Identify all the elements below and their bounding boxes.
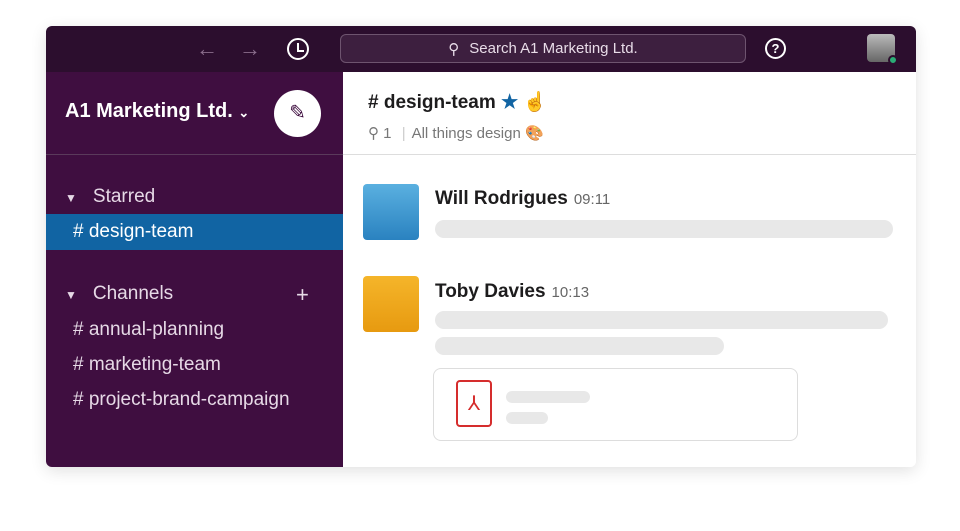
- add-channel-button[interactable]: +: [296, 282, 309, 308]
- divider: [343, 154, 916, 155]
- sidebar-item-marketing-team[interactable]: # marketing-team: [46, 347, 343, 383]
- sidebar-item-project-brand-campaign[interactable]: # project-brand-campaign: [46, 382, 343, 418]
- author-name: Will Rodrigues: [435, 188, 568, 209]
- caret-down-icon: ▼: [65, 191, 77, 205]
- channel-name: design-team: [383, 92, 496, 113]
- author-name: Toby Davies: [435, 281, 546, 302]
- channel-meta: ⚲ 1 | All things design 🎨: [368, 125, 544, 142]
- channel-title[interactable]: # design-team ★ ☝: [368, 90, 547, 114]
- pdf-icon: ⅄: [456, 380, 492, 427]
- sidebar-item-annual-planning[interactable]: # annual-planning: [46, 312, 343, 348]
- chevron-down-icon: ⌄: [238, 105, 250, 120]
- help-icon[interactable]: ?: [765, 38, 786, 59]
- channel-topic: All things design 🎨: [411, 125, 544, 142]
- file-size-placeholder: [506, 412, 548, 424]
- channels-section[interactable]: ▼ Channels: [65, 283, 173, 305]
- sidebar-item-design-team[interactable]: # design-team: [46, 214, 343, 250]
- sidebar: A1 Marketing Ltd. ⌄ ✎ ▼ Starred # design-…: [46, 72, 343, 467]
- search-input[interactable]: ⚲ Search A1 Marketing Ltd.: [340, 34, 746, 63]
- user-avatar[interactable]: [867, 34, 898, 65]
- message-time: 09:11: [573, 191, 611, 208]
- channel-label: project-brand-campaign: [88, 389, 290, 410]
- avatar[interactable]: [363, 184, 419, 240]
- pin-count[interactable]: 1: [383, 125, 391, 142]
- app-window: ← → ⚲ Search A1 Marketing Ltd. ? A1 Marke…: [46, 26, 916, 467]
- search-placeholder: Search A1 Marketing Ltd.: [469, 40, 638, 57]
- star-icon[interactable]: ★: [501, 92, 518, 113]
- hand-cursor-icon: ☝: [523, 92, 548, 113]
- channel-label: annual-planning: [88, 319, 225, 340]
- online-status-icon: [888, 55, 898, 65]
- workspace-menu[interactable]: A1 Marketing Ltd. ⌄: [65, 100, 249, 123]
- file-name-placeholder: [506, 391, 590, 403]
- caret-down-icon: ▼: [65, 288, 77, 302]
- message-placeholder: [435, 311, 888, 329]
- divider: [46, 154, 343, 155]
- back-button[interactable]: ←: [196, 36, 218, 62]
- message-author[interactable]: Toby Davies 10:13: [435, 281, 589, 303]
- starred-section[interactable]: ▼ Starred: [65, 186, 155, 208]
- search-icon: ⚲: [448, 40, 460, 58]
- avatar[interactable]: [363, 276, 419, 332]
- message-placeholder: [435, 220, 893, 238]
- channel-label: marketing-team: [88, 354, 221, 375]
- pdf-attachment[interactable]: ⅄: [433, 368, 798, 441]
- message-placeholder: [435, 337, 724, 355]
- forward-button[interactable]: →: [239, 36, 261, 62]
- workspace-name: A1 Marketing Ltd.: [65, 100, 233, 122]
- channel-label: design-team: [88, 221, 194, 242]
- channel-view: # design-team ★ ☝ ⚲ 1 | All things design…: [343, 72, 916, 467]
- history-icon[interactable]: [287, 38, 309, 60]
- section-label: Channels: [92, 283, 174, 304]
- section-label: Starred: [92, 186, 156, 207]
- compose-button[interactable]: ✎: [274, 90, 321, 137]
- top-bar: ← → ⚲ Search A1 Marketing Ltd. ?: [46, 26, 916, 72]
- message-author[interactable]: Will Rodrigues 09:11: [435, 188, 610, 210]
- message-time: 10:13: [551, 284, 590, 301]
- pin-icon[interactable]: ⚲: [368, 125, 379, 142]
